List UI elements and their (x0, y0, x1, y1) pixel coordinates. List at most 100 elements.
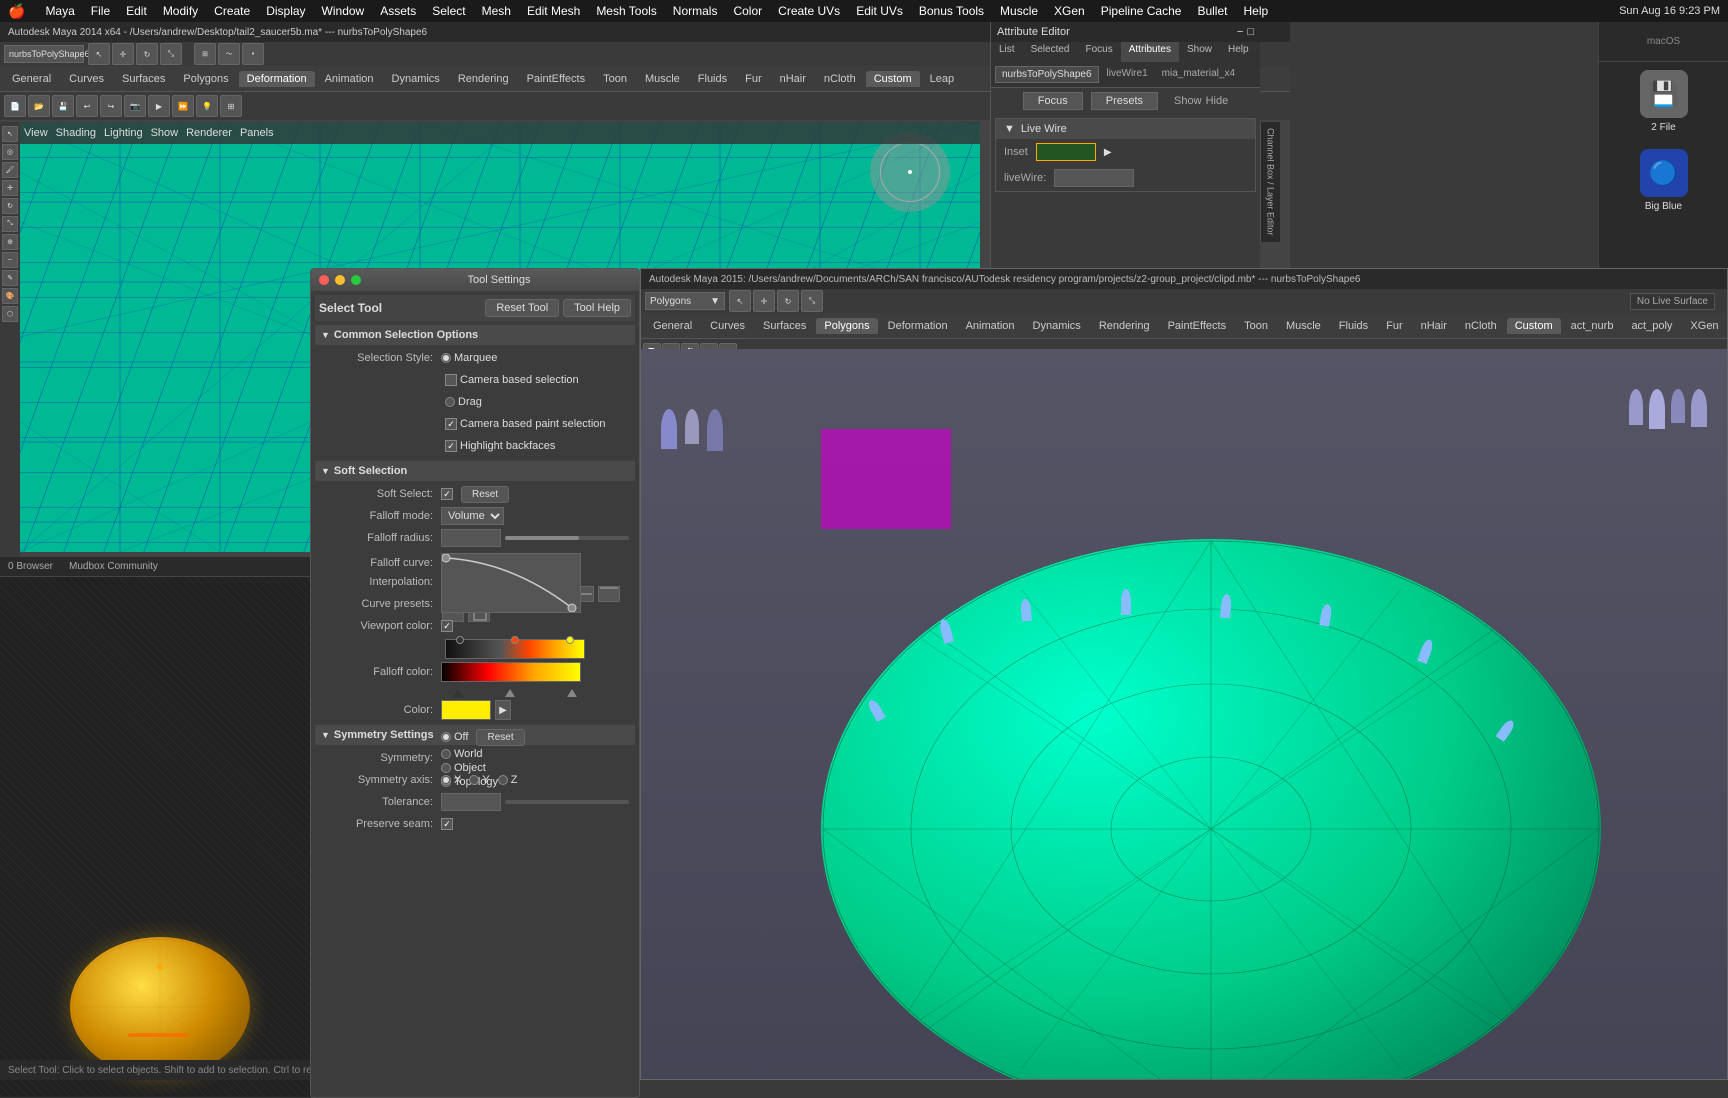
menu-edit-mesh[interactable]: Edit Mesh (527, 4, 580, 18)
attr-tab-attributes[interactable]: Attributes (1121, 42, 1179, 62)
tl-close[interactable] (319, 275, 329, 285)
live-wire-header[interactable]: ▼ Live Wire (996, 119, 1255, 139)
apple-menu[interactable]: 🍎 (8, 3, 25, 20)
tb-save[interactable]: 💾 (52, 95, 74, 117)
shelf-tab-leap[interactable]: Leap (922, 71, 962, 87)
menu-bonus-tools[interactable]: Bonus Tools (919, 4, 984, 18)
tool-lasso[interactable]: ◎ (2, 144, 18, 160)
menu-select[interactable]: Select (432, 4, 465, 18)
second-mode-dropdown[interactable]: Polygons ▼ (645, 292, 725, 310)
shelf-tab-toon[interactable]: Toon (595, 71, 635, 87)
attr-tab-selected[interactable]: Selected (1023, 42, 1078, 62)
tab-browser[interactable]: 0 Browser (0, 559, 61, 574)
sw-tab-rendering[interactable]: Rendering (1091, 318, 1158, 334)
shelf-tab-general[interactable]: General (4, 71, 59, 87)
attr-tab-help[interactable]: Help (1220, 42, 1257, 62)
shelf-tab-painteffects[interactable]: PaintEffects (519, 71, 594, 87)
tb-grid[interactable]: ⊞ (220, 95, 242, 117)
tool-move2[interactable]: ✛ (2, 180, 18, 196)
tool-move[interactable]: ✛ (112, 43, 134, 65)
vp-shading[interactable]: Shading (56, 127, 96, 139)
s-tool-scale[interactable]: ⤡ (801, 290, 823, 312)
falloff-color-gradient[interactable] (441, 662, 581, 682)
tb-render[interactable]: ▶ (148, 95, 170, 117)
sw-tab-fur[interactable]: Fur (1378, 318, 1411, 334)
attr-minimize[interactable]: − (1237, 26, 1243, 38)
radio-symmetry-object[interactable]: Object (441, 762, 629, 774)
presets-button[interactable]: Presets (1091, 92, 1158, 110)
viewport-color-checkbox[interactable] (441, 620, 453, 632)
menu-color[interactable]: Color (733, 4, 762, 18)
menu-edit-uvs[interactable]: Edit UVs (856, 4, 903, 18)
attr-expand[interactable]: □ (1247, 26, 1254, 38)
falloff-radius-slider[interactable] (505, 536, 629, 540)
mac-file-icon[interactable]: 💾 2 File (1599, 62, 1728, 141)
focus-button[interactable]: Focus (1023, 92, 1083, 110)
mode-dropdown[interactable]: nurbsToPolyShape6 ▼ (4, 45, 84, 63)
sw-tab-surfaces[interactable]: Surfaces (755, 318, 814, 334)
snap-curve[interactable]: 〜 (218, 43, 240, 65)
color-expand[interactable]: ▶ (495, 700, 511, 720)
shelf-tab-custom[interactable]: Custom (866, 71, 920, 87)
vp-renderer[interactable]: Renderer (186, 127, 232, 139)
tool-art-paint[interactable]: 🎨 (2, 288, 18, 304)
tolerance-input[interactable]: 0.1000 (441, 793, 501, 811)
soft-select-checkbox[interactable] (441, 488, 453, 500)
menu-bullet[interactable]: Bullet (1197, 4, 1227, 18)
tl-minimize[interactable] (335, 275, 345, 285)
saucer-viewport[interactable] (0, 577, 320, 1097)
shelf-tab-ncloth[interactable]: nCloth (816, 71, 864, 87)
second-viewport[interactable] (641, 349, 1727, 1079)
radio-drag[interactable]: Drag (445, 396, 482, 408)
tb-camera[interactable]: 📷 (124, 95, 146, 117)
radio-axis-z[interactable]: Z (498, 774, 518, 786)
tb-undo[interactable]: ↩ (76, 95, 98, 117)
vp-show[interactable]: Show (151, 127, 179, 139)
tool-scale2[interactable]: ⤡ (2, 216, 18, 232)
viewport-color-bar[interactable] (445, 639, 585, 659)
sw-tab-animation[interactable]: Animation (958, 318, 1023, 334)
menu-mesh-tools[interactable]: Mesh Tools (596, 4, 656, 18)
s-tool-move[interactable]: ✛ (753, 290, 775, 312)
preset-7[interactable] (598, 586, 620, 602)
shelf-tab-surfaces[interactable]: Surfaces (114, 71, 173, 87)
vp-lighting[interactable]: Lighting (104, 127, 143, 139)
sw-tab-fluids[interactable]: Fluids (1331, 318, 1376, 334)
tool-rotate[interactable]: ↻ (136, 43, 158, 65)
menu-pipeline-cache[interactable]: Pipeline Cache (1101, 4, 1182, 18)
sw-tab-actpoly[interactable]: act_poly (1623, 318, 1680, 334)
preserve-seam-checkbox[interactable] (441, 818, 453, 830)
menu-display[interactable]: Display (266, 4, 305, 18)
tool-art-select[interactable]: ⬡ (2, 306, 18, 322)
fc-marker-1[interactable] (453, 689, 463, 697)
menu-muscle[interactable]: Muscle (1000, 4, 1038, 18)
mac-bigblue-icon[interactable]: 🔵 Big Blue (1599, 141, 1728, 220)
shelf-tab-fluids[interactable]: Fluids (690, 71, 735, 87)
menu-create[interactable]: Create (214, 4, 250, 18)
sw-tab-nhair[interactable]: nHair (1413, 318, 1455, 334)
livewire-input[interactable]: liveWire1 (1054, 169, 1134, 187)
tolerance-slider[interactable] (505, 800, 629, 804)
channel-box-tab[interactable]: Channel Box / Layer Editor (1260, 122, 1280, 242)
node-tab-3[interactable]: mia_material_x4 (1156, 66, 1241, 83)
tb-lights[interactable]: 💡 (196, 95, 218, 117)
menu-xgen[interactable]: XGen (1054, 4, 1085, 18)
shelf-tab-fur[interactable]: Fur (737, 71, 770, 87)
shelf-tab-animation[interactable]: Animation (317, 71, 382, 87)
fc-marker-2[interactable] (505, 689, 515, 697)
camera-paint-checkbox[interactable]: Camera based paint selection (445, 418, 606, 430)
tb-playblast[interactable]: ⏩ (172, 95, 194, 117)
sw-tab-ncloth[interactable]: nCloth (1457, 318, 1505, 334)
attr-tab-list[interactable]: List (991, 42, 1023, 62)
shelf-tab-curves[interactable]: Curves (61, 71, 112, 87)
tab-mudbox[interactable]: Mudbox Community (61, 559, 166, 574)
sw-tab-curves[interactable]: Curves (702, 318, 753, 334)
inset-expand[interactable]: ▶ (1104, 147, 1112, 158)
shelf-tab-nhair[interactable]: nHair (772, 71, 814, 87)
vp-panels[interactable]: Panels (240, 127, 274, 139)
vc-marker-1[interactable] (456, 636, 464, 644)
sw-tab-painteffects[interactable]: PaintEffects (1160, 318, 1235, 334)
fc-marker-3[interactable] (567, 689, 577, 697)
vp-view[interactable]: View (24, 127, 48, 139)
menu-create-uvs[interactable]: Create UVs (778, 4, 840, 18)
